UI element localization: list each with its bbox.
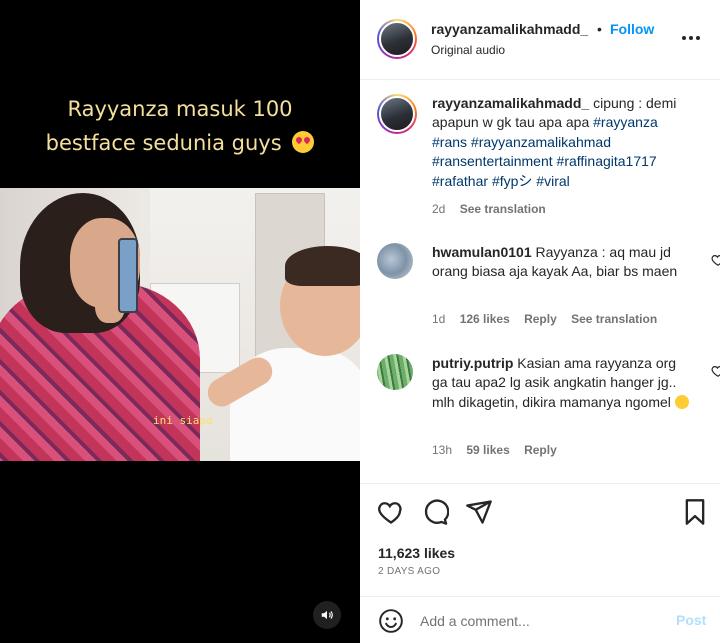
action-bar: 11,623 likes 2 DAYS AGO	[360, 483, 720, 591]
comment-icon[interactable]	[421, 498, 449, 526]
laughing-emoji-icon	[674, 394, 689, 409]
speaker-icon	[321, 610, 333, 620]
overlay-line-1: Rayyanza masuk 100	[67, 97, 293, 121]
share-icon[interactable]	[465, 498, 493, 526]
overlay-line-2: bestface sedunia guys	[45, 131, 282, 155]
heart-eyes-emoji-icon	[292, 131, 315, 153]
post-header: rayyanzamalikahmadd_ • Follow Original a…	[360, 0, 720, 80]
likes-count[interactable]: 11,623 likes	[378, 545, 455, 561]
reply-button[interactable]: Reply	[524, 312, 557, 326]
like-comment-heart-icon[interactable]	[711, 253, 720, 267]
commenter-avatar[interactable]	[377, 243, 413, 279]
author-username[interactable]: rayyanzamalikahmadd_	[431, 21, 588, 37]
comments-section: rayyanzamalikahmadd_ cipung : demi apapu…	[360, 81, 720, 483]
more-options-icon[interactable]	[682, 28, 702, 48]
hashtag[interactable]: #rayyanza	[593, 114, 658, 130]
hashtag[interactable]: #rafathar	[432, 173, 488, 189]
reply-button[interactable]: Reply	[524, 443, 557, 457]
commenter-avatar[interactable]	[377, 354, 413, 390]
video-player[interactable]: Rayyanza masuk 100 bestface sedunia guys…	[0, 0, 360, 643]
hashtag[interactable]: #raffinagita1717	[557, 153, 657, 169]
video-subtitle: ini siapa	[153, 414, 213, 427]
audio-link[interactable]: Original audio	[431, 43, 505, 57]
emoji-picker-icon[interactable]	[378, 608, 404, 634]
add-comment-bar: Post	[360, 596, 720, 643]
header-separator: •	[597, 21, 602, 37]
comment-text-block: putriy.putrip Kasian ama rayyanza org ga…	[432, 354, 694, 412]
comment-input[interactable]	[420, 609, 660, 633]
see-translation-link[interactable]: See translation	[460, 202, 546, 216]
follow-button[interactable]: Follow	[610, 21, 654, 37]
comment-likes[interactable]: 126 likes	[460, 312, 510, 326]
heart-icon[interactable]	[377, 498, 405, 526]
comment-meta: 13h 59 likes Reply	[432, 443, 568, 457]
hashtag[interactable]: #ransentertainment	[432, 153, 553, 169]
comment-time: 1d	[432, 312, 446, 326]
caption-meta: 2d See translation	[432, 202, 557, 216]
hashtag[interactable]: #rans	[432, 134, 467, 150]
comment-likes[interactable]: 59 likes	[466, 443, 509, 457]
comment-text-block: hwamulan0101 Rayyanza : aq mau jd orang …	[432, 243, 694, 282]
caption-text-block: rayyanzamalikahmadd_ cipung : demi apapu…	[432, 94, 694, 191]
post-panel: rayyanzamalikahmadd_ • Follow Original a…	[360, 0, 720, 643]
author-avatar[interactable]	[377, 19, 417, 59]
caption-username[interactable]: rayyanzamalikahmadd_	[432, 95, 589, 111]
caption-avatar[interactable]	[377, 94, 417, 134]
comment-meta: 1d 126 likes Reply See translation	[432, 312, 668, 326]
see-translation-link[interactable]: See translation	[571, 312, 657, 326]
child-hair	[285, 246, 360, 286]
bookmark-icon[interactable]	[681, 498, 709, 526]
comment-time: 13h	[432, 443, 453, 457]
phone-in-hand	[118, 238, 138, 313]
commenter-username[interactable]: hwamulan0101	[432, 244, 532, 260]
post-date: 2 DAYS AGO	[378, 566, 441, 577]
post-button[interactable]: Post	[676, 612, 706, 628]
video-overlay-caption: Rayyanza masuk 100 bestface sedunia guys	[0, 92, 360, 160]
sound-toggle-button[interactable]	[313, 601, 341, 629]
hashtag[interactable]: #fypシ	[492, 173, 532, 189]
caption-time: 2d	[432, 202, 446, 216]
hashtag[interactable]: #rayyanzamalikahmad	[471, 134, 611, 150]
like-comment-heart-icon[interactable]	[711, 364, 720, 378]
commenter-username[interactable]: putriy.putrip	[432, 355, 513, 371]
hashtag[interactable]: #viral	[536, 173, 569, 189]
